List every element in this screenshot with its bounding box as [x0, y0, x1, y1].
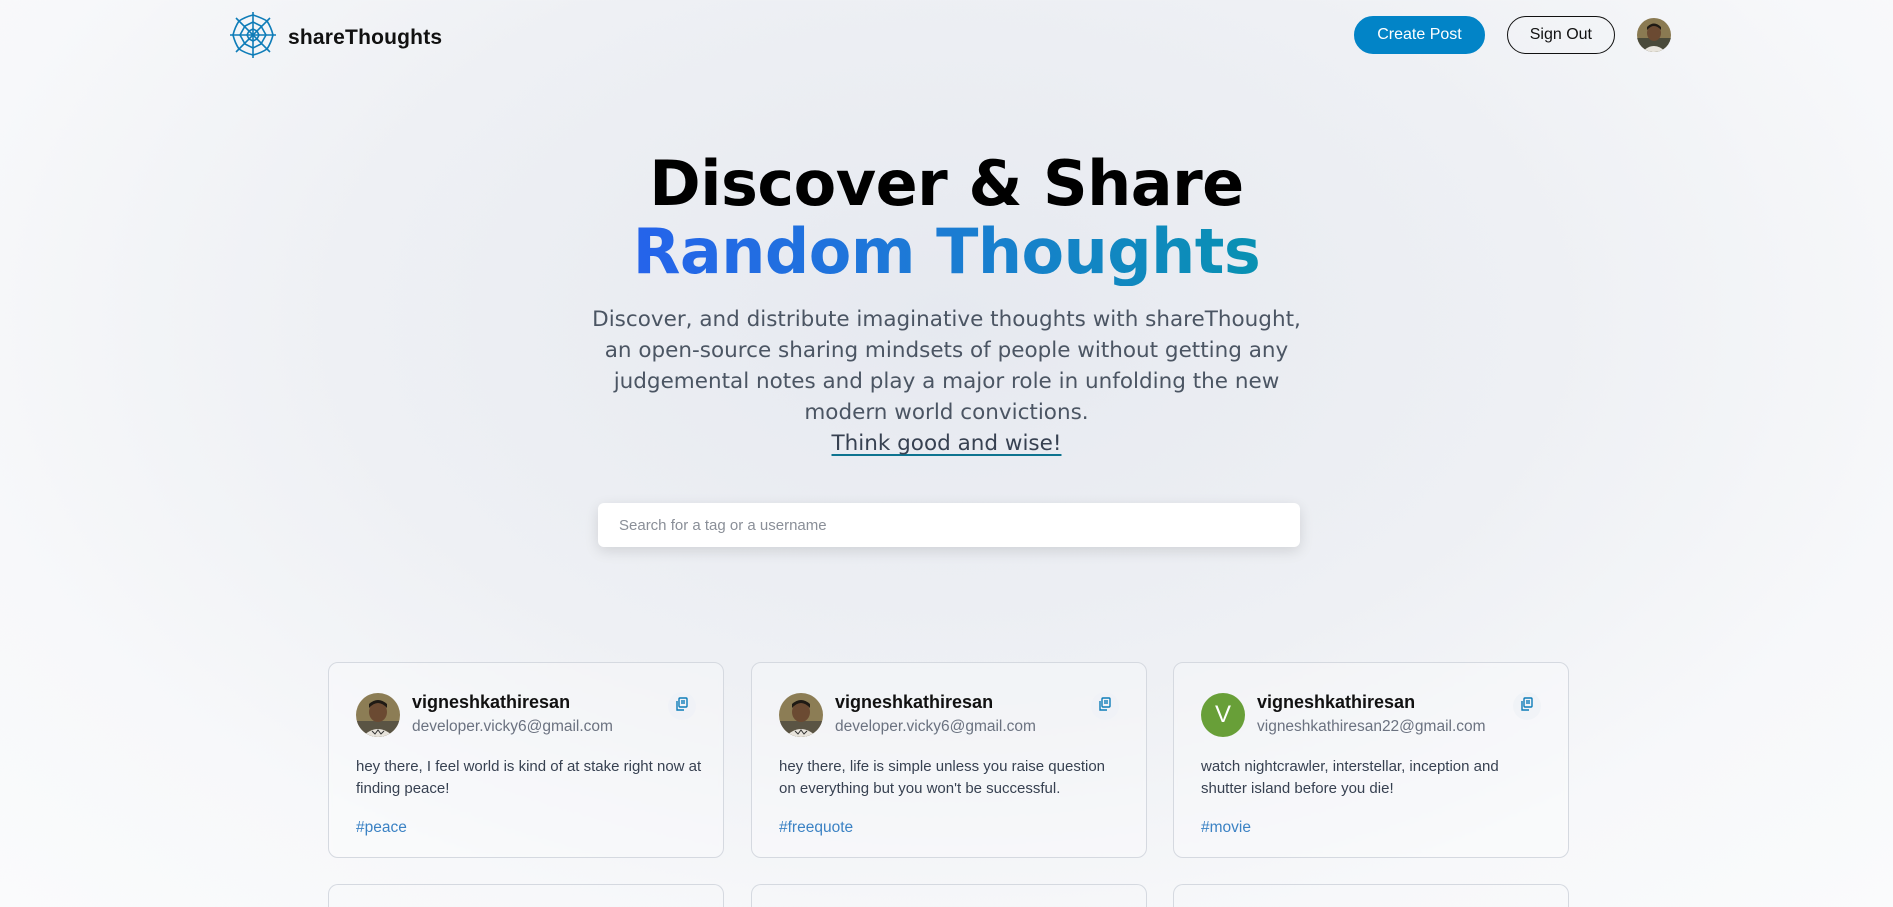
hero-section: Discover & Share Random Thoughts Discove…	[0, 150, 1893, 459]
post-card-partial	[328, 884, 724, 907]
post-tag[interactable]: #freequote	[779, 819, 853, 837]
post-tag[interactable]: #movie	[1201, 819, 1251, 837]
hero-description: Discover, and distribute imaginative tho…	[577, 304, 1317, 459]
author-email: vigneshkathiresan22@gmail.com	[1257, 718, 1486, 735]
sign-out-button[interactable]: Sign Out	[1506, 16, 1615, 54]
author-email: developer.vicky6@gmail.com	[835, 718, 1036, 735]
profile-avatar[interactable]	[1637, 18, 1671, 52]
post-text: hey there, I feel world is kind of at st…	[356, 758, 702, 797]
post-tag[interactable]: #peace	[356, 819, 407, 837]
post-text: hey there, life is simple unless you rai…	[779, 758, 1106, 797]
copy-button[interactable]	[1091, 692, 1119, 720]
post-card: V vigneshkathiresan vigneshkathiresan22@…	[1173, 662, 1569, 858]
search-input[interactable]	[598, 503, 1300, 547]
post-card: vigneshkathiresan developer.vicky6@gmail…	[328, 662, 724, 858]
copy-icon	[675, 696, 689, 716]
copy-button[interactable]	[668, 692, 696, 720]
post-author[interactable]: V vigneshkathiresan vigneshkathiresan22@…	[1201, 691, 1486, 738]
post-card-partial	[1173, 884, 1569, 907]
brand-name: shareThoughts	[288, 25, 443, 49]
web-logo-icon	[228, 10, 278, 65]
post-author[interactable]: vigneshkathiresan developer.vicky6@gmail…	[779, 691, 1036, 738]
brand-logo-link[interactable]: shareThoughts	[228, 10, 442, 65]
copy-icon	[1098, 696, 1112, 716]
author-avatar-letter[interactable]: V	[1201, 692, 1245, 737]
post-card-partial	[751, 884, 1147, 907]
author-username: vigneshkathiresan	[1257, 692, 1416, 712]
think-good-link[interactable]: Think good and wise!	[832, 431, 1062, 456]
post-author[interactable]: vigneshkathiresan developer.vicky6@gmail…	[356, 691, 613, 738]
copy-icon	[1520, 696, 1534, 716]
hero-description-text: Discover, and distribute imaginative tho…	[592, 307, 1301, 425]
hero-title-line2: Random Thoughts	[632, 215, 1261, 288]
post-text: watch nightcrawler, interstellar, incept…	[1201, 758, 1499, 797]
author-email: developer.vicky6@gmail.com	[412, 718, 613, 735]
author-info: vigneshkathiresan developer.vicky6@gmail…	[412, 691, 613, 738]
author-info: vigneshkathiresan vigneshkathiresan22@gm…	[1257, 691, 1486, 738]
hero-title-line1: Discover & Share	[649, 147, 1244, 220]
author-avatar[interactable]	[356, 692, 400, 737]
search-form	[598, 503, 1300, 547]
author-username: vigneshkathiresan	[412, 692, 571, 712]
post-card: vigneshkathiresan developer.vicky6@gmail…	[751, 662, 1147, 858]
author-avatar[interactable]	[779, 692, 823, 737]
hero-title: Discover & Share Random Thoughts	[0, 150, 1893, 286]
author-info: vigneshkathiresan developer.vicky6@gmail…	[835, 691, 1036, 738]
create-post-button[interactable]: Create Post	[1354, 16, 1485, 54]
nav-actions: Create Post Sign Out	[1354, 16, 1671, 54]
copy-button[interactable]	[1513, 692, 1541, 720]
top-navbar: shareThoughts Create Post Sign Out	[0, 0, 1893, 70]
author-username: vigneshkathiresan	[835, 692, 994, 712]
